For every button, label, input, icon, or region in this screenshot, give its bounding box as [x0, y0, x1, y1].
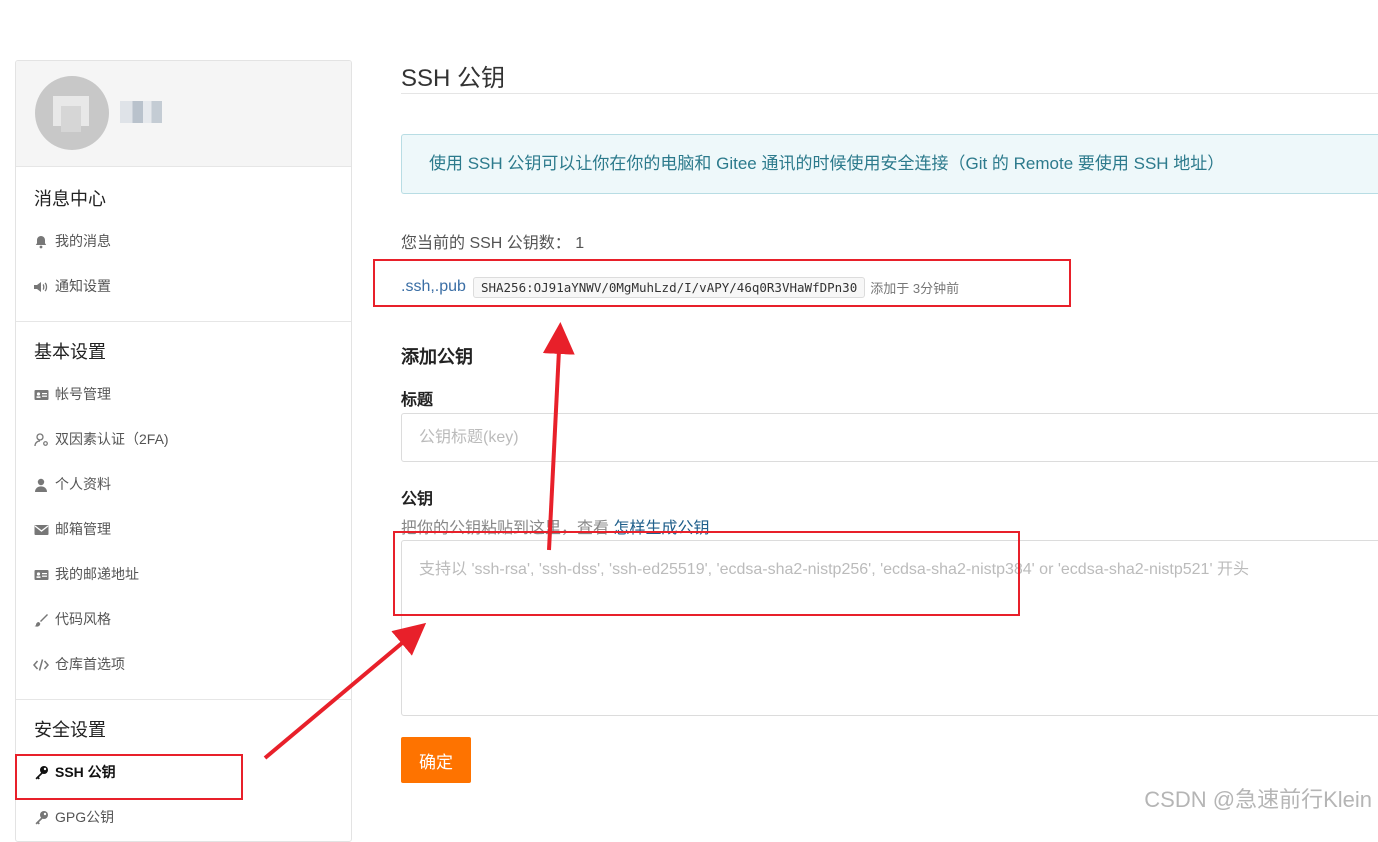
bell-icon — [33, 234, 49, 250]
sidebar-item-label: 双因素认证（2FA) — [55, 431, 169, 447]
speaker-icon — [33, 279, 49, 295]
sidebar-item-label: 代码风格 — [55, 611, 111, 627]
sidebar-item-2fa[interactable]: 双因素认证（2FA) — [16, 417, 351, 462]
sidebar-item-label: 个人资料 — [55, 476, 111, 492]
section-basic: 基本设置 帐号管理 双因素认证（2FA) 个人资料 邮箱管理 我的邮递地址 代码… — [16, 322, 351, 700]
sidebar-item-my-messages[interactable]: 我的消息 — [16, 219, 351, 264]
section-security: 安全设置 SSH 公钥 GPG公钥 — [16, 700, 351, 841]
confirm-button[interactable]: 确定 — [401, 737, 471, 783]
key-label: 公钥 — [401, 491, 434, 508]
ssh-key-name[interactable]: .ssh,.pub — [401, 278, 466, 296]
key-hint-text: 把你的公钥粘贴到这里，查看 — [401, 520, 614, 537]
sidebar-item-repo-preferences[interactable]: 仓库首选项 — [16, 642, 351, 687]
title-label: 标题 — [401, 392, 434, 409]
ssh-key-count-label: 您当前的 SSH 公钥数： — [401, 235, 571, 252]
code-icon — [33, 657, 49, 673]
sidebar-item-email[interactable]: 邮箱管理 — [16, 507, 351, 552]
sidebar-item-ssh-keys[interactable]: SSH 公钥 — [16, 750, 351, 795]
key-hint: 把你的公钥粘贴到这里，查看 怎样生成公钥 — [401, 514, 709, 538]
section-messages: 消息中心 我的消息 通知设置 — [16, 167, 351, 322]
sidebar-item-profile[interactable]: 个人资料 — [16, 462, 351, 507]
sidebar-item-gpg-keys[interactable]: GPG公钥 — [16, 795, 351, 840]
section-title: 基本设置 — [34, 342, 106, 362]
key-title-input[interactable] — [401, 413, 1378, 462]
section-title: 消息中心 — [34, 189, 106, 209]
sidebar-item-label: GPG公钥 — [55, 809, 115, 825]
sidebar-item-label: 帐号管理 — [55, 386, 111, 402]
sidebar-item-label: 通知设置 — [55, 278, 111, 294]
how-to-generate-key-link[interactable]: 怎样生成公钥 — [613, 520, 709, 537]
settings-sidebar: 消息中心 我的消息 通知设置 基本设置 帐号管理 双因素认证（2FA) 个人资料… — [15, 60, 352, 842]
page-title: SSH 公钥 — [401, 65, 506, 92]
sidebar-item-label: 仓库首选项 — [55, 656, 125, 672]
envelope-icon — [33, 522, 49, 538]
sidebar-item-mailing-address[interactable]: 我的邮递地址 — [16, 552, 351, 597]
sidebar-item-label: 我的邮递地址 — [55, 566, 139, 582]
info-banner: 使用 SSH 公钥可以让你在你的电脑和 Gitee 通讯的时候使用安全连接（Gi… — [401, 134, 1378, 194]
brush-icon — [33, 612, 49, 628]
section-title: 安全设置 — [34, 720, 106, 740]
id-card-icon — [33, 567, 49, 583]
ssh-key-count-value: 1 — [575, 235, 585, 252]
id-card-icon — [33, 387, 49, 403]
avatar[interactable] — [35, 76, 109, 150]
sidebar-item-code-style[interactable]: 代码风格 — [16, 597, 351, 642]
username-blurred[interactable] — [120, 101, 162, 123]
sidebar-item-label: SSH 公钥 — [55, 764, 116, 780]
key-icon — [33, 765, 49, 781]
sidebar-item-label: 我的消息 — [55, 233, 111, 249]
ssh-key-fingerprint: SHA256:OJ91aYNWV/0MgMuhLzd/I/vAPY/46q0R3… — [472, 276, 866, 298]
ssh-key-added-time: 添加于 3分钟前 — [870, 280, 960, 296]
watermark: CSDN @急速前行Klein — [1144, 787, 1372, 812]
sidebar-item-label: 邮箱管理 — [55, 521, 111, 537]
user-icon — [33, 477, 49, 493]
key-icon — [33, 810, 49, 826]
sidebar-item-notification-settings[interactable]: 通知设置 — [16, 264, 351, 309]
ssh-key-count: 您当前的 SSH 公钥数： 1 — [401, 229, 584, 253]
add-key-heading: 添加公钥 — [401, 347, 473, 367]
ssh-key-row: .ssh,.pub SHA256:OJ91aYNWV/0MgMuhLzd/I/v… — [401, 275, 959, 299]
user-header — [16, 61, 351, 167]
main-content: SSH 公钥 使用 SSH 公钥可以让你在你的电脑和 Gitee 通讯的时候使用… — [401, 0, 1378, 822]
title-divider — [401, 93, 1378, 94]
user-key-icon — [33, 432, 49, 448]
sidebar-item-account[interactable]: 帐号管理 — [16, 372, 351, 417]
public-key-textarea[interactable] — [401, 540, 1378, 716]
